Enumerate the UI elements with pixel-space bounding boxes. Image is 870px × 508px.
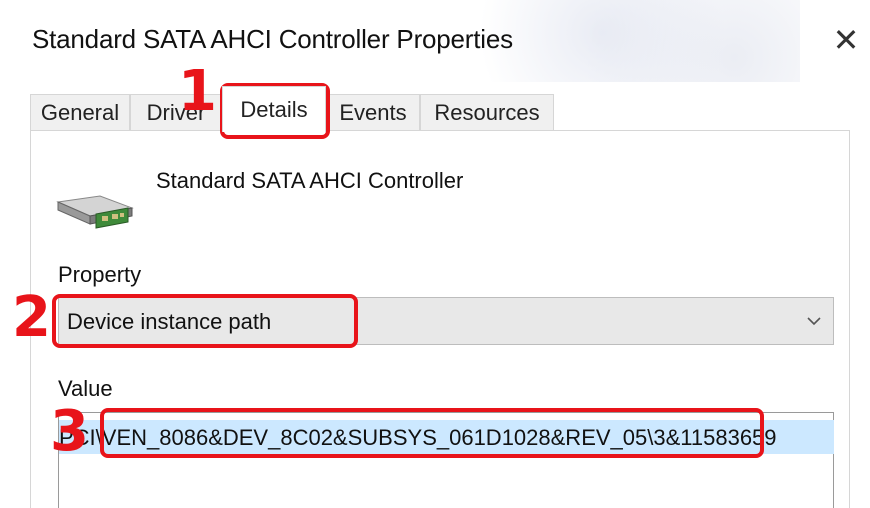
close-button[interactable]: ✕	[826, 20, 866, 60]
annotation-step-2: 2	[12, 285, 51, 350]
storage-controller-icon	[56, 195, 134, 229]
title-bar: Standard SATA AHCI Controller Properties…	[0, 0, 870, 82]
window-title: Standard SATA AHCI Controller Properties	[32, 24, 513, 54]
tab-general[interactable]: General	[30, 94, 130, 130]
property-label: Property	[58, 262, 142, 287]
annotation-step-3: 3	[50, 399, 89, 464]
tab-details[interactable]: Details	[222, 86, 326, 132]
tab-resources[interactable]: Resources	[420, 94, 554, 130]
chevron-down-icon	[807, 317, 821, 326]
annotation-step-1: 1	[178, 59, 217, 124]
close-icon: ✕	[832, 22, 860, 58]
device-name: Standard SATA AHCI Controller	[156, 168, 464, 193]
annotation-box-value	[100, 408, 764, 458]
tab-events[interactable]: Events	[326, 94, 420, 130]
tab-strip: General Driver Details Events Resources	[0, 86, 870, 132]
annotation-box-property	[52, 294, 358, 348]
